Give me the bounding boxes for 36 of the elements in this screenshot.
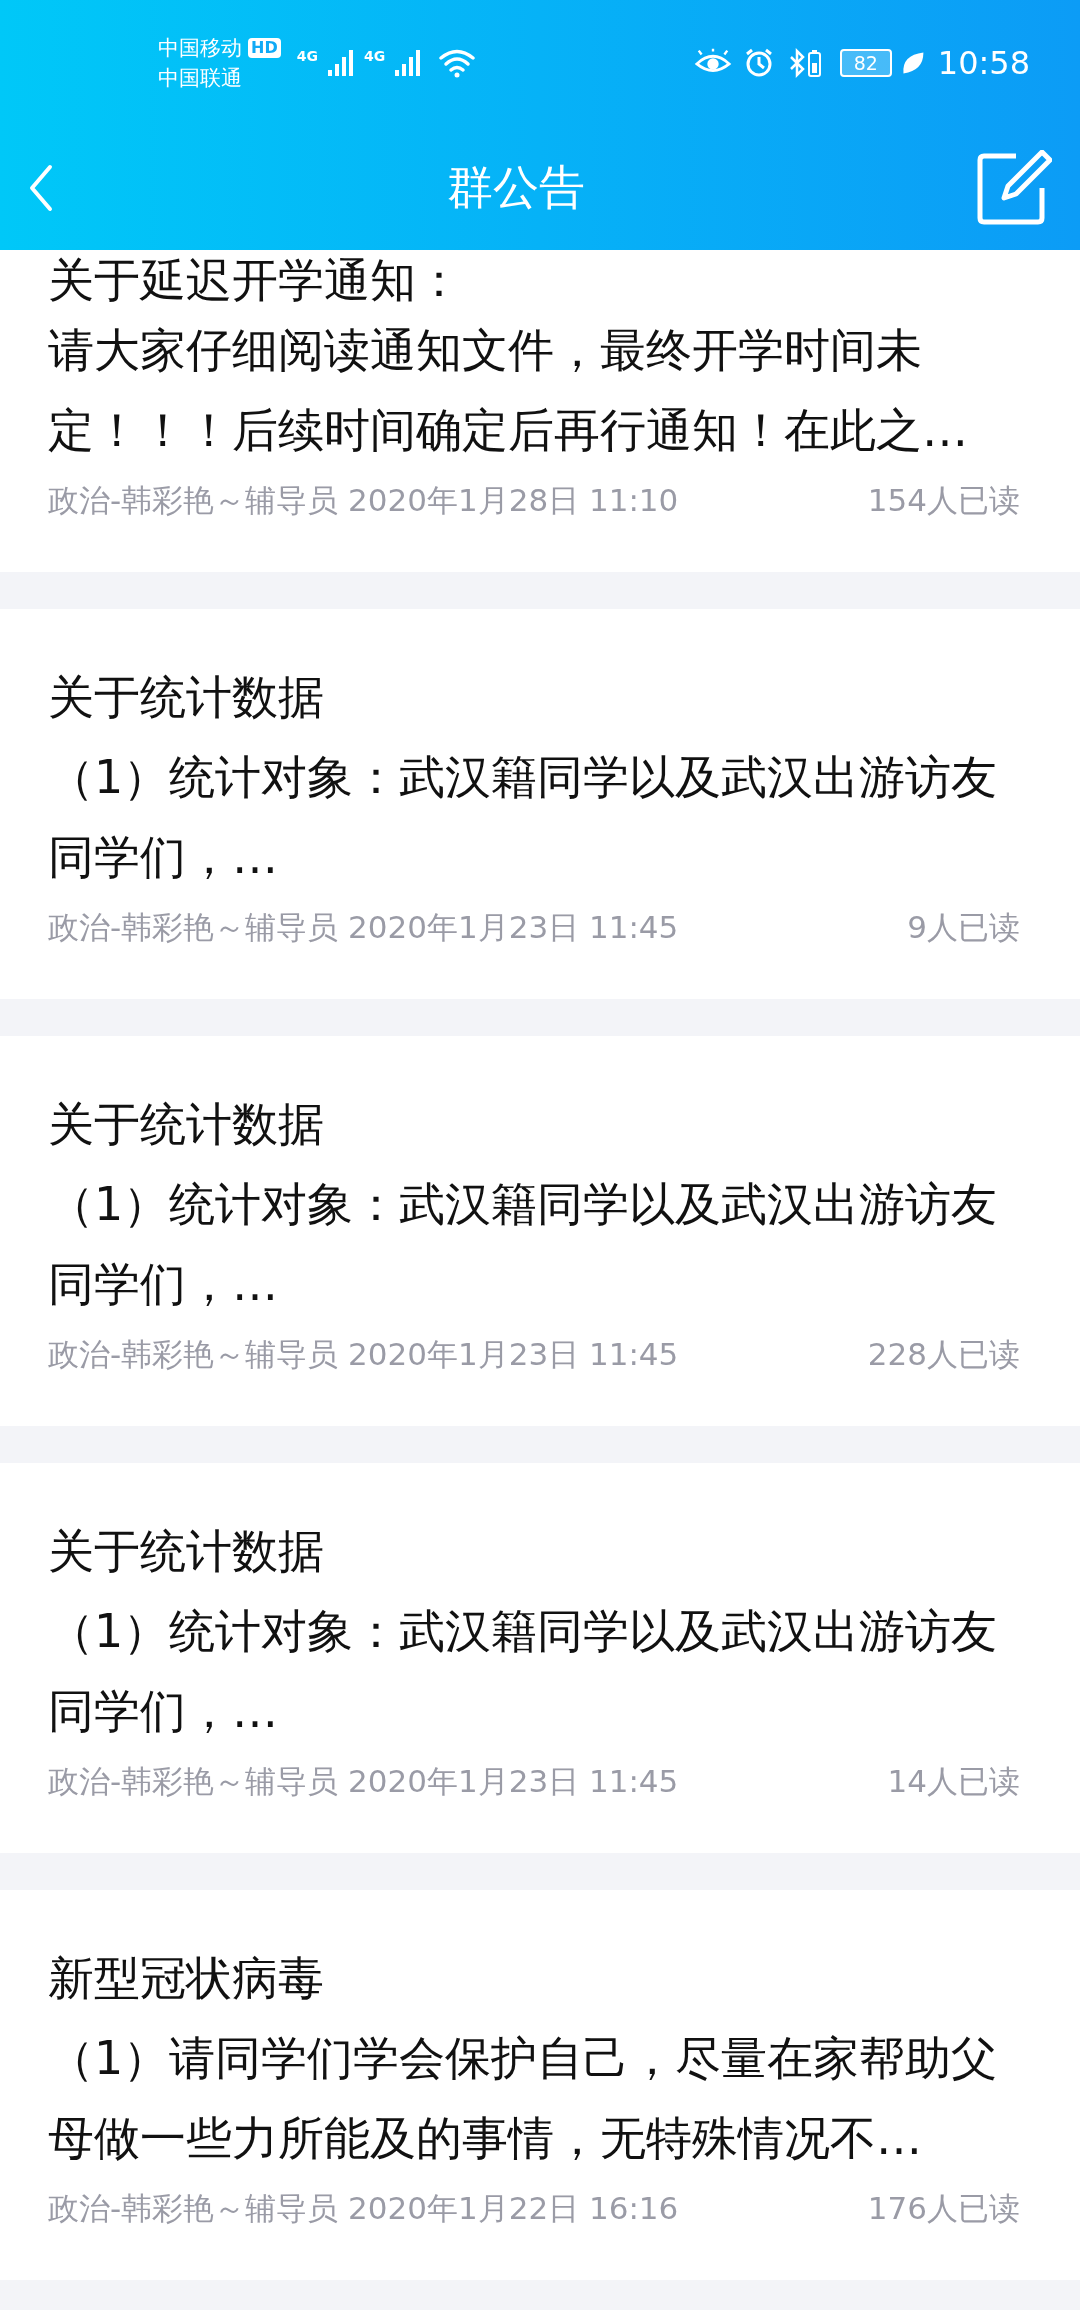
carrier-name: 中国联通 bbox=[158, 64, 243, 92]
notice-card[interactable]: 关于统计数据 （1）统计对象：武汉籍同学以及武汉出游访友同学们，… 政治-韩彩艳～辅导员 2020年1月23日 11:45 9人已读 bbox=[0, 609, 1080, 999]
network-type: 4G bbox=[363, 47, 386, 64]
author-time: 政治-韩彩艳～辅导员 2020年1月22日 16:16 bbox=[48, 2189, 679, 2228]
notice-title: 关于统计数据 bbox=[48, 1096, 325, 1153]
notice-body: 请大家仔细阅读通知文件，最终开学时间未定！！！后续时间确定后再行通知！在此之… bbox=[48, 322, 969, 459]
notice-body: （1）统计对象：武汉籍同学以及武汉出游访友同学们，… bbox=[48, 1176, 999, 1313]
notice-title: 关于统计数据 bbox=[48, 1523, 325, 1580]
notice-title: 新型冠状病毒 bbox=[48, 1950, 325, 2007]
notice-title: 关于统计数据 bbox=[48, 669, 325, 726]
signal-icon bbox=[325, 47, 356, 78]
hd-badge: HD bbox=[248, 37, 281, 58]
notice-body: （1）统计对象：武汉籍同学以及武汉出游访友同学们，… bbox=[48, 749, 999, 886]
page-title: 群公告 bbox=[447, 158, 585, 216]
read-count: 228人已读 bbox=[867, 1335, 1020, 1374]
carrier-name: 中国移动 bbox=[158, 34, 242, 62]
author-time: 政治-韩彩艳～辅导员 2020年1月28日 11:10 bbox=[48, 481, 679, 520]
clock-time: 10:58 bbox=[937, 43, 1030, 82]
notice-body: （1）请同学们学会保护自己，尽量在家帮助父母做一些力所能及的事情，无特殊情况不… bbox=[48, 2030, 999, 2167]
read-count: 14人已读 bbox=[887, 1762, 1020, 1801]
notice-card[interactable]: 关于统计数据 （1）统计对象：武汉籍同学以及武汉出游访友同学们，… 政治-韩彩艳～辅导员 2020年1月23日 11:45 14人已读 bbox=[0, 1463, 1080, 1853]
notice-body: （1）统计对象：武汉籍同学以及武汉出游访友同学们，… bbox=[48, 1603, 999, 1740]
notice-card[interactable]: 关于延迟开学通知： 请大家仔细阅读通知文件，最终开学时间未定！！！后续时间确定后再行通知！在此之… 政治-韩彩艳～辅导员 2020年1月28日 11:10 154人已读 bbox=[0, 250, 1080, 572]
battery-indicator: 82 bbox=[839, 48, 892, 77]
notice-title: 关于延迟开学通知： bbox=[48, 252, 463, 309]
wifi-icon bbox=[437, 47, 478, 78]
author-time: 政治-韩彩艳～辅导员 2020年1月23日 11:45 bbox=[48, 1335, 679, 1374]
author-time: 政治-韩彩艳～辅导员 2020年1月23日 11:45 bbox=[48, 1762, 679, 1801]
read-count: 9人已读 bbox=[907, 908, 1020, 947]
network-type: 4G bbox=[296, 47, 318, 64]
read-count: 154人已读 bbox=[867, 481, 1020, 520]
author-time: 政治-韩彩艳～辅导员 2020年1月23日 11:45 bbox=[48, 908, 679, 947]
edit-icon[interactable] bbox=[976, 149, 1052, 226]
notice-card[interactable]: 关于统计数据 （1）统计对象：武汉籍同学以及武汉出游访友同学们，… 政治-韩彩艳～辅导员 2020年1月23日 11:45 228人已读 bbox=[0, 1036, 1080, 1426]
read-count: 176人已读 bbox=[867, 2189, 1020, 2228]
notice-card[interactable]: 新型冠状病毒 （1）请同学们学会保护自己，尽量在家帮助父母做一些力所能及的事情，无特殊情况不… 政治-韩彩艳～辅导员 2020年1月22日 16:16 176人已读 bbox=[0, 1890, 1080, 2280]
